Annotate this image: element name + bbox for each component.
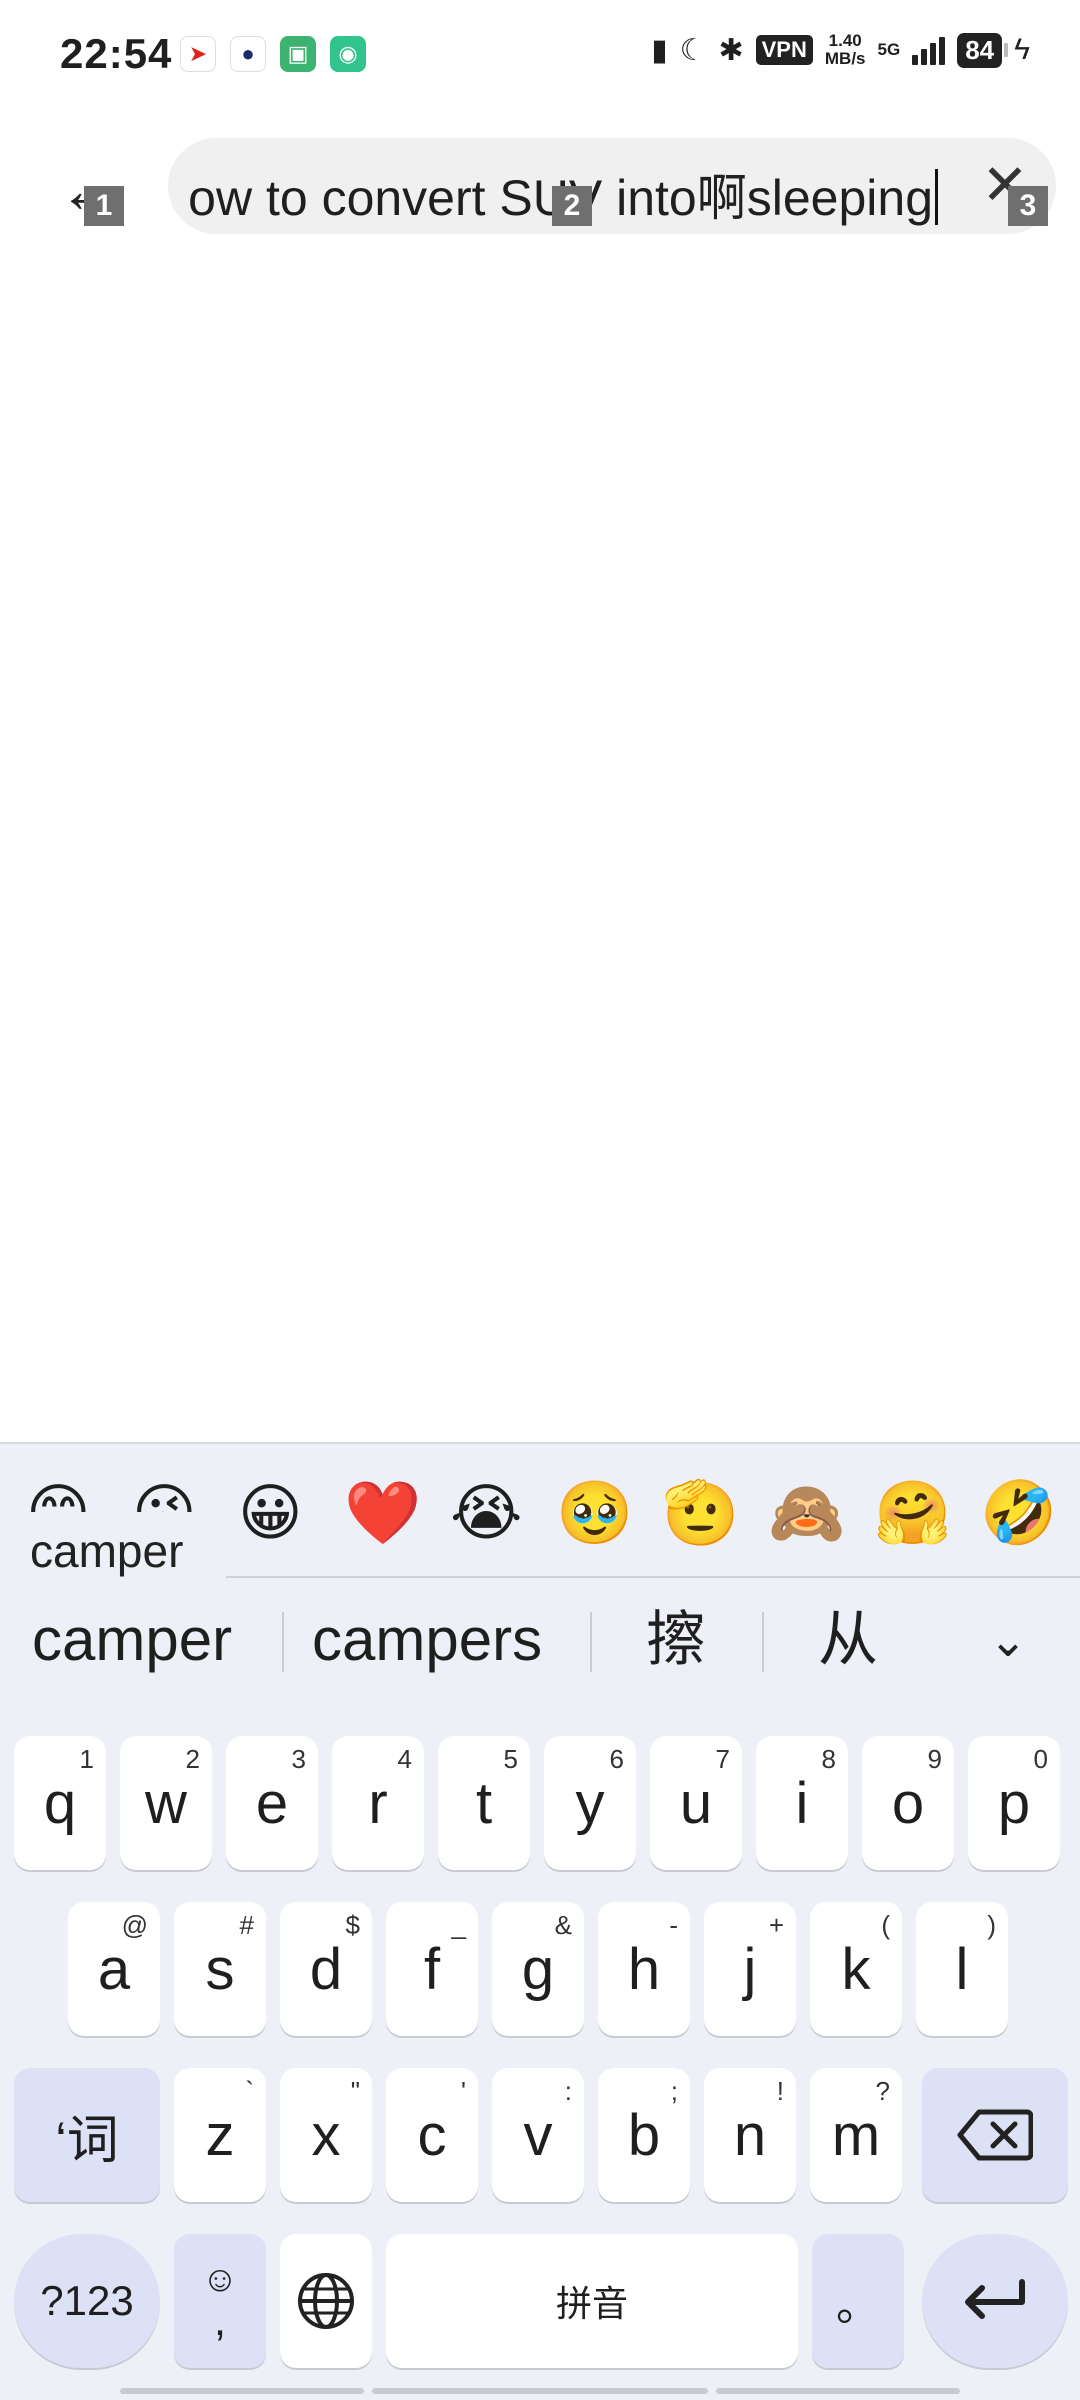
charging-icon: ϟ [1014, 33, 1030, 66]
key-x[interactable]: x " [280, 2068, 372, 2202]
key-l[interactable]: l) [916, 1902, 1008, 2036]
key-u[interactable]: u7 [650, 1736, 742, 1870]
nav-gesture-bar [120, 2388, 364, 2394]
system-icons: ▮ ☾ ✱ VPN 1.40 MB/s 5G 84 ϟ [651, 32, 1030, 68]
moon-icon: ☾ [679, 33, 707, 67]
chevron-down-icon: ⌄ [988, 1614, 1028, 1666]
bluetooth-icon: ✱ [718, 33, 744, 67]
candidate-separator [590, 1612, 592, 1672]
vpn-badge: VPN [755, 35, 813, 65]
key-z[interactable]: z ` [174, 2068, 266, 2202]
key-m[interactable]: m? [810, 2068, 902, 2202]
language-switch-key[interactable] [280, 2234, 372, 2368]
key-n[interactable]: n! [704, 2068, 796, 2202]
element-index-badge: 1 [84, 186, 124, 226]
emoji-suggestion[interactable]: 😭 [450, 1474, 522, 1554]
notification-icons: ➤ ● ▣ ◉ [180, 36, 366, 72]
key-f[interactable]: f _ [386, 1902, 478, 2036]
key-p[interactable]: p0 [968, 1736, 1060, 1870]
key-c[interactable]: c ' [386, 2068, 478, 2202]
key-d[interactable]: d $ [280, 1902, 372, 2036]
nav-gesture-bar [716, 2388, 960, 2394]
smiley-icon: ☺ [201, 2258, 239, 2299]
candidate-word[interactable]: 擦 [646, 1600, 706, 1680]
key-r[interactable]: r4 [332, 1736, 424, 1870]
key-i[interactable]: i8 [756, 1736, 848, 1870]
soft-keyboard: 😊 😘 😀 ❤️ 😭 🥹 🫡 🙈 🤗 🤣 camper camper campe… [0, 1442, 1080, 2400]
key-k[interactable]: k( [810, 1902, 902, 2036]
key-w[interactable]: w2 [120, 1736, 212, 1870]
candidate-word[interactable]: camper [32, 1600, 232, 1680]
key-o[interactable]: o9 [862, 1736, 954, 1870]
key-g[interactable]: g & [492, 1902, 584, 2036]
emoji-comma-key[interactable]: ☺ , [174, 2234, 266, 2368]
battery-indicator: 84 [957, 32, 1009, 68]
key-t[interactable]: t5 [438, 1736, 530, 1870]
space-key[interactable]: 拼音 [386, 2234, 798, 2368]
key-b[interactable]: b; [598, 2068, 690, 2202]
word-mode-key[interactable]: ‘词 [14, 2068, 160, 2202]
vibrate-icon: ▮ [651, 33, 668, 67]
key-h[interactable]: h- [598, 1902, 690, 2036]
divider [226, 1576, 1080, 1578]
cat-app-icon: ● [230, 36, 266, 72]
backspace-key[interactable] [922, 2068, 1068, 2202]
backspace-icon [957, 2109, 1033, 2161]
candidate-word[interactable]: 从 [818, 1600, 878, 1680]
enter-key[interactable] [922, 2234, 1068, 2368]
emoji-suggestion[interactable]: 🫡 [662, 1474, 739, 1554]
emoji-suggestion[interactable]: 🤣 [980, 1474, 1057, 1554]
key-s[interactable]: s # [174, 1902, 266, 2036]
candidate-word[interactable]: campers [312, 1600, 542, 1680]
network-type: 5G [877, 40, 901, 59]
candidate-separator [762, 1612, 764, 1672]
symbols-key[interactable]: ?123 [14, 2234, 160, 2368]
composing-suggestion-popup[interactable]: camper [0, 1512, 226, 1590]
emoji-suggestion[interactable]: ❤️ [344, 1474, 421, 1554]
search-input[interactable]: ow to convert SUV into啊sleeping [168, 138, 1056, 234]
network-speed: 1.40 MB/s [824, 31, 866, 68]
app-notification-icon: ▣ [280, 36, 316, 72]
key-j[interactable]: j + [704, 1902, 796, 2036]
expand-candidates-button[interactable]: ⌄ [978, 1600, 1038, 1680]
element-index-badge: 3 [1008, 186, 1048, 226]
key-q[interactable]: q1 [14, 1736, 106, 1870]
key-e[interactable]: e3 [226, 1736, 318, 1870]
hotspot-icon: ◉ [330, 36, 366, 72]
candidate-separator [282, 1612, 284, 1672]
status-time: 22:54 [60, 30, 173, 77]
nav-gesture-bar [372, 2388, 708, 2394]
candidate-bar: camper campers 擦 从 [0, 1600, 1080, 1680]
element-index-badge: 2 [552, 186, 592, 226]
globe-icon [298, 2273, 354, 2329]
key-v[interactable]: v: [492, 2068, 584, 2202]
enter-icon [965, 2279, 1025, 2319]
period-key[interactable]: 。 [812, 2234, 904, 2368]
app-notification-icon: ➤ [180, 36, 216, 72]
emoji-suggestion[interactable]: 🥹 [556, 1474, 633, 1554]
key-a[interactable]: a @ [68, 1902, 160, 2036]
status-bar: 22:54 ➤ ● ▣ ◉ ▮ ☾ ✱ VPN 1.40 MB/s 5G 84 … [0, 0, 1080, 110]
emoji-suggestion[interactable]: 🤗 [874, 1474, 951, 1554]
key-y[interactable]: y6 [544, 1736, 636, 1870]
emoji-suggestion[interactable]: 😀 [238, 1474, 303, 1554]
signal-icon [912, 35, 946, 65]
text-caret [935, 169, 938, 225]
emoji-suggestion[interactable]: 🙈 [768, 1474, 845, 1554]
